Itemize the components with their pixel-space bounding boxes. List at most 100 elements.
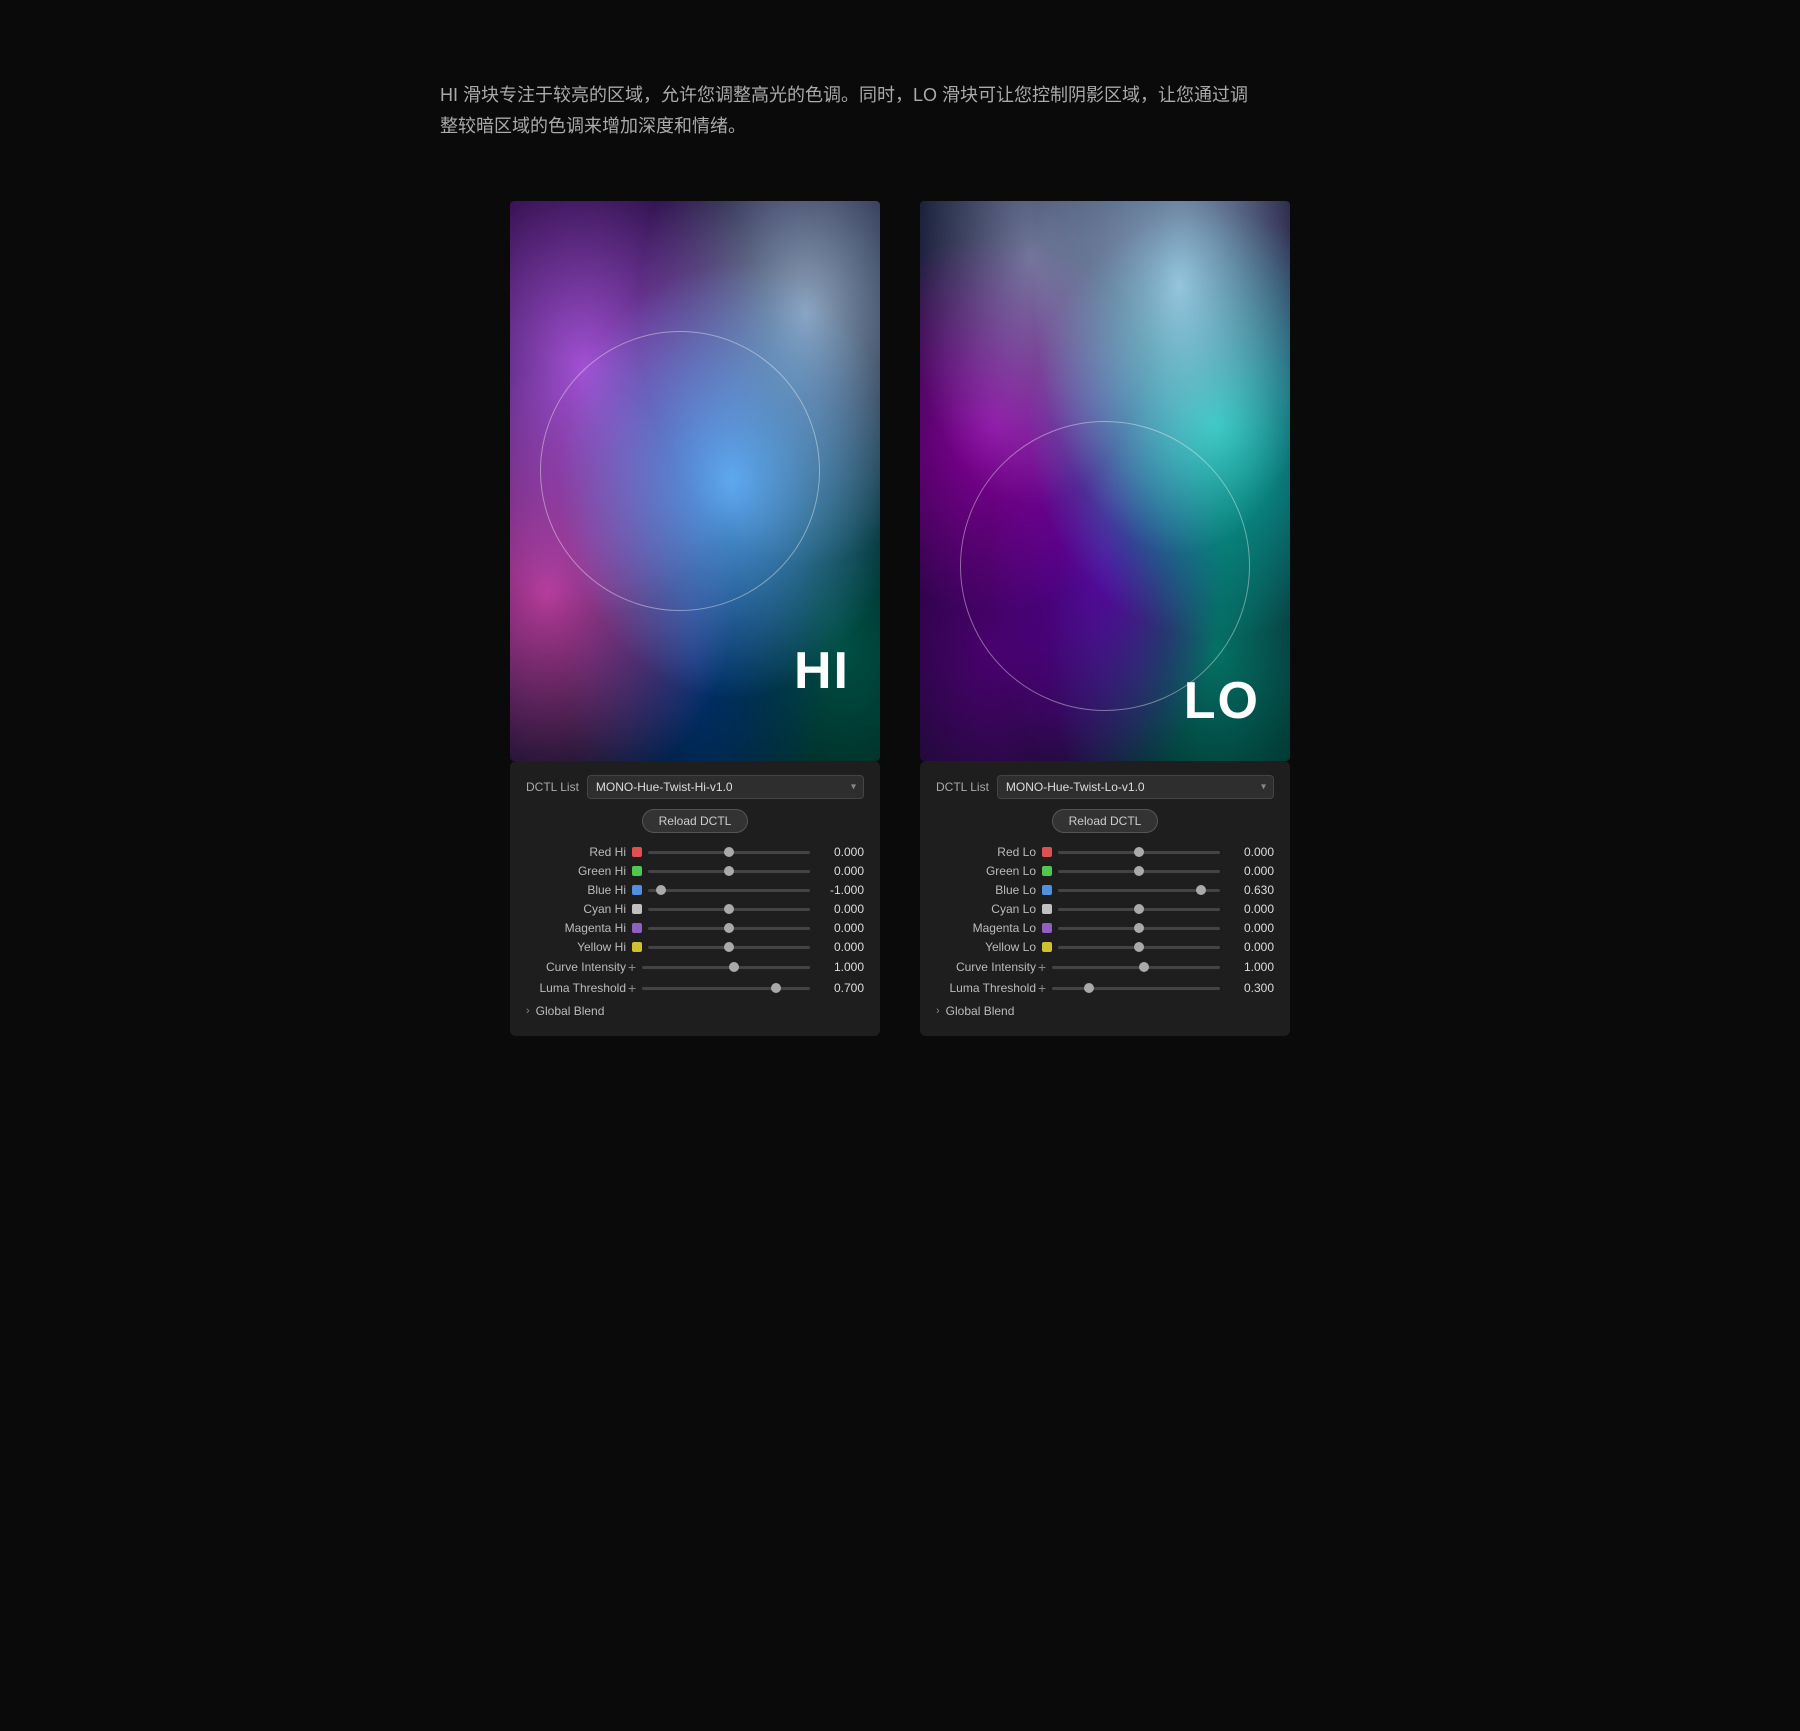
slider-thumb[interactable] bbox=[1134, 847, 1144, 857]
param-row: Green Lo0.000 bbox=[936, 864, 1274, 878]
slider-thumb[interactable] bbox=[1134, 923, 1144, 933]
param-plus-icon[interactable]: + bbox=[1038, 959, 1046, 975]
color-swatch bbox=[1042, 942, 1052, 952]
slider-thumb[interactable] bbox=[724, 866, 734, 876]
param-plus-icon[interactable]: + bbox=[1038, 980, 1046, 996]
param-value: 1.000 bbox=[816, 960, 864, 974]
param-label: Luma Threshold bbox=[936, 981, 1036, 995]
param-label: Curve Intensity bbox=[936, 960, 1036, 974]
lo-reload-button[interactable]: Reload DCTL bbox=[1052, 809, 1159, 833]
slider-track[interactable] bbox=[648, 946, 810, 949]
slider-thumb[interactable] bbox=[724, 942, 734, 952]
lo-dctl-select-wrapper[interactable]: MONO-Hue-Twist-Lo-v1.0 bbox=[997, 775, 1274, 799]
param-row: Cyan Lo0.000 bbox=[936, 902, 1274, 916]
color-swatch bbox=[1042, 885, 1052, 895]
hi-reload-button[interactable]: Reload DCTL bbox=[642, 809, 749, 833]
lo-dctl-select[interactable]: MONO-Hue-Twist-Lo-v1.0 bbox=[997, 775, 1274, 799]
slider-track[interactable] bbox=[648, 927, 810, 930]
slider-thumb[interactable] bbox=[729, 962, 739, 972]
param-row: Red Lo 0.000 bbox=[936, 845, 1274, 859]
slider-track[interactable] bbox=[648, 870, 810, 873]
hi-chevron-icon: › bbox=[526, 1005, 530, 1017]
slider-track[interactable] bbox=[1058, 927, 1220, 930]
param-row: Red Hi 0.000 bbox=[526, 845, 864, 859]
param-value: 0.000 bbox=[816, 921, 864, 935]
param-label: Cyan Hi bbox=[526, 902, 626, 916]
slider-track[interactable] bbox=[1058, 851, 1220, 854]
slider-track[interactable] bbox=[1052, 987, 1220, 990]
color-swatch bbox=[632, 942, 642, 952]
param-row: Blue Hi -1.000 bbox=[526, 883, 864, 897]
slider-track[interactable] bbox=[648, 889, 810, 892]
hi-reload-row: Reload DCTL bbox=[526, 809, 864, 833]
param-row: Curve Intensity+1.000 bbox=[936, 959, 1274, 975]
color-swatch bbox=[1042, 866, 1052, 876]
color-swatch bbox=[632, 847, 642, 857]
lo-circle bbox=[960, 421, 1250, 711]
slider-thumb[interactable] bbox=[1134, 866, 1144, 876]
hi-dctl-select[interactable]: MONO-Hue-Twist-Hi-v1.0 bbox=[587, 775, 864, 799]
param-value: 0.000 bbox=[816, 940, 864, 954]
param-value: 1.000 bbox=[1226, 960, 1274, 974]
param-row: Yellow Lo0.000 bbox=[936, 940, 1274, 954]
slider-track[interactable] bbox=[642, 966, 810, 969]
param-row: Yellow Hi0.000 bbox=[526, 940, 864, 954]
slider-track[interactable] bbox=[648, 908, 810, 911]
slider-track[interactable] bbox=[1058, 870, 1220, 873]
param-label: Yellow Lo bbox=[936, 940, 1036, 954]
param-label: Green Hi bbox=[526, 864, 626, 878]
slider-thumb[interactable] bbox=[1134, 904, 1144, 914]
slider-thumb[interactable] bbox=[771, 983, 781, 993]
param-label: Luma Threshold bbox=[526, 981, 626, 995]
param-value: 0.000 bbox=[1226, 902, 1274, 916]
lo-global-blend[interactable]: › Global Blend bbox=[936, 1004, 1274, 1018]
slider-thumb[interactable] bbox=[724, 923, 734, 933]
param-label: Green Lo bbox=[936, 864, 1036, 878]
hi-dctl-select-wrapper[interactable]: MONO-Hue-Twist-Hi-v1.0 bbox=[587, 775, 864, 799]
param-value: -1.000 bbox=[816, 883, 864, 897]
lo-panel: LO DCTL List MONO-Hue-Twist-Lo-v1.0 Relo… bbox=[920, 201, 1290, 1036]
lo-global-blend-label: Global Blend bbox=[946, 1004, 1015, 1018]
slider-thumb[interactable] bbox=[1134, 942, 1144, 952]
slider-thumb[interactable] bbox=[1196, 885, 1206, 895]
param-value: 0.000 bbox=[1226, 845, 1274, 859]
param-value: 0.000 bbox=[816, 845, 864, 859]
slider-track[interactable] bbox=[642, 987, 810, 990]
param-plus-icon[interactable]: + bbox=[628, 980, 636, 996]
hi-panel: HI DCTL List MONO-Hue-Twist-Hi-v1.0 Relo… bbox=[510, 201, 880, 1036]
slider-thumb[interactable] bbox=[724, 904, 734, 914]
param-value: 0.000 bbox=[1226, 921, 1274, 935]
hi-preview: HI bbox=[510, 201, 880, 761]
slider-thumb[interactable] bbox=[724, 847, 734, 857]
color-swatch bbox=[1042, 904, 1052, 914]
slider-thumb[interactable] bbox=[1139, 962, 1149, 972]
slider-track[interactable] bbox=[648, 851, 810, 854]
hi-dctl-label: DCTL List bbox=[526, 780, 579, 794]
param-row: Green Hi0.000 bbox=[526, 864, 864, 878]
param-row: Blue Lo0.630 bbox=[936, 883, 1274, 897]
param-row: Luma Threshold+0.700 bbox=[526, 980, 864, 996]
lo-chevron-icon: › bbox=[936, 1005, 940, 1017]
slider-track[interactable] bbox=[1058, 908, 1220, 911]
lo-reload-row: Reload DCTL bbox=[936, 809, 1274, 833]
slider-thumb[interactable] bbox=[656, 885, 666, 895]
slider-track[interactable] bbox=[1058, 946, 1220, 949]
slider-track[interactable] bbox=[1052, 966, 1220, 969]
hi-global-blend[interactable]: › Global Blend bbox=[526, 1004, 864, 1018]
color-swatch bbox=[1042, 923, 1052, 933]
param-label: Red Lo bbox=[936, 845, 1036, 859]
color-swatch bbox=[1042, 847, 1052, 857]
slider-thumb[interactable] bbox=[1084, 983, 1094, 993]
param-label: Magenta Hi bbox=[526, 921, 626, 935]
lo-dctl-row: DCTL List MONO-Hue-Twist-Lo-v1.0 bbox=[936, 775, 1274, 799]
slider-track[interactable] bbox=[1058, 889, 1220, 892]
param-value: 0.000 bbox=[816, 902, 864, 916]
param-row: Magenta Hi 0.000 bbox=[526, 921, 864, 935]
lo-dctl-label: DCTL List bbox=[936, 780, 989, 794]
param-plus-icon[interactable]: + bbox=[628, 959, 636, 975]
hi-global-blend-label: Global Blend bbox=[536, 1004, 605, 1018]
description-text: HI 滑块专注于较亮的区域，允许您调整高光的色调。同时，LO 滑块可让您控制阴影… bbox=[440, 80, 1260, 141]
param-label: Red Hi bbox=[526, 845, 626, 859]
param-label: Blue Hi bbox=[526, 883, 626, 897]
param-row: Luma Threshold+0.300 bbox=[936, 980, 1274, 996]
